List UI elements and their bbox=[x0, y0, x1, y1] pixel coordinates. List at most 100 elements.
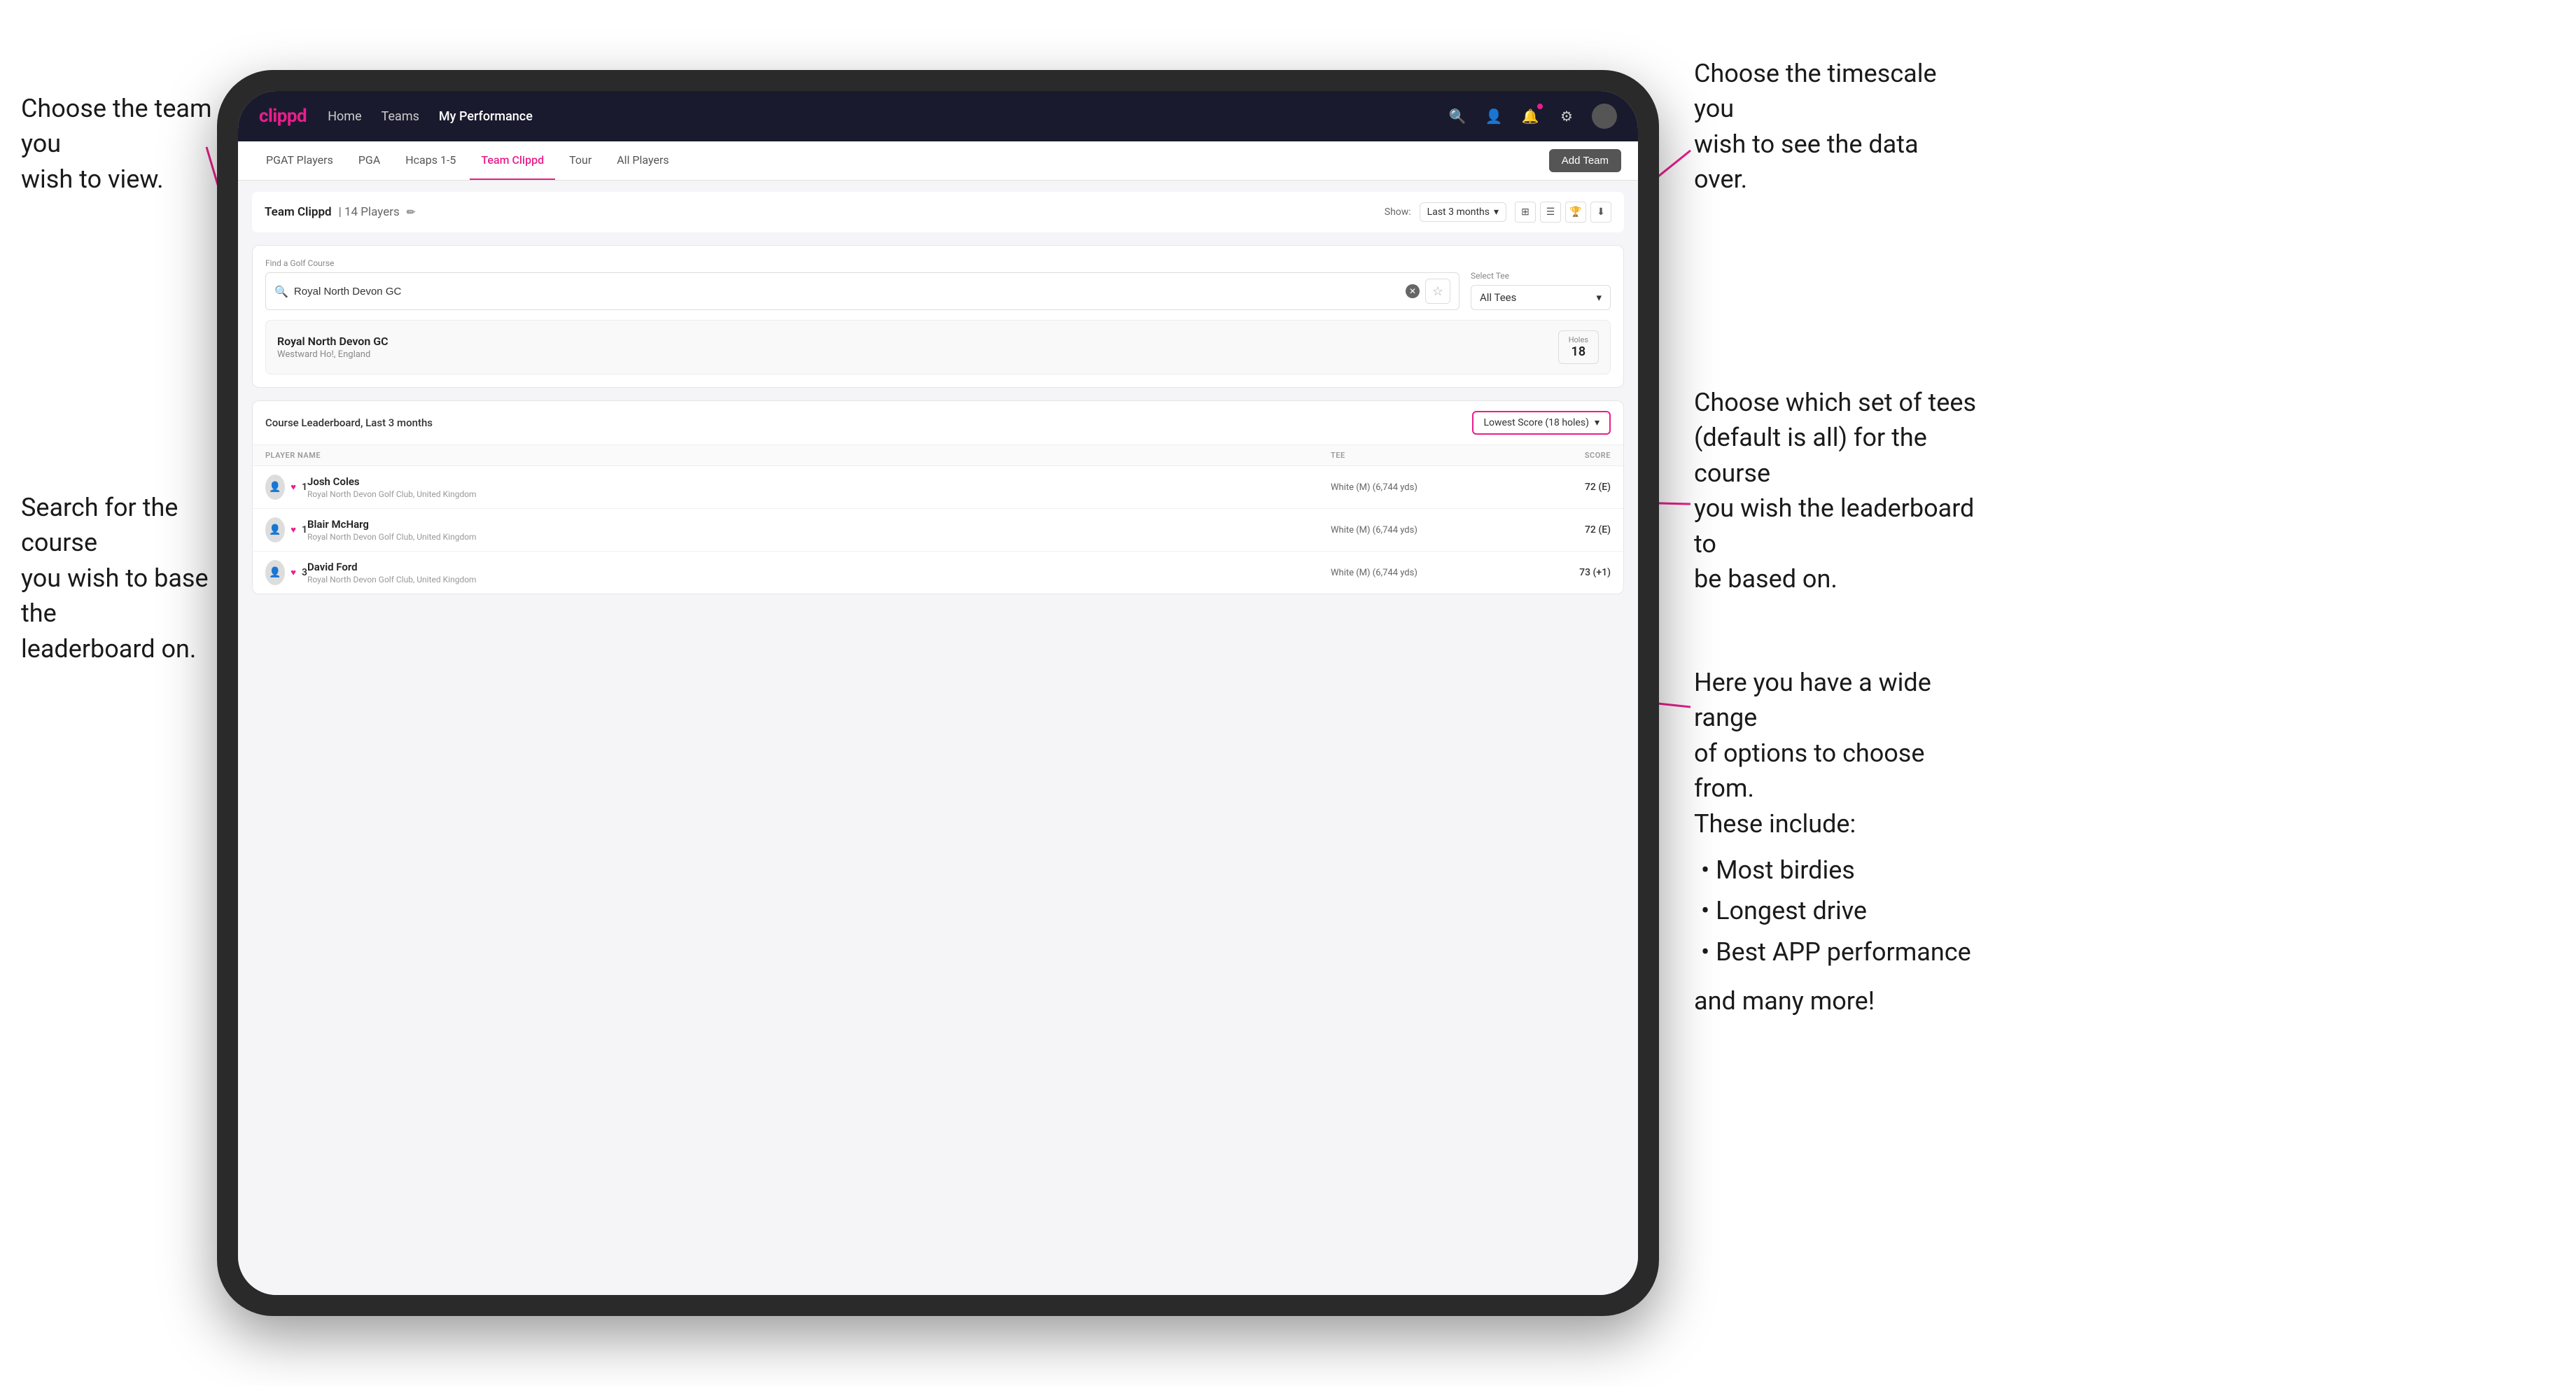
tab-tour[interactable]: Tour bbox=[558, 141, 603, 180]
find-course-label: Find a Golf Course bbox=[265, 258, 1460, 268]
tab-team-clippd[interactable]: Team Clippd bbox=[470, 141, 555, 180]
table-row: 👤 ♥ 1 Blair McHarg Royal North Devon Gol… bbox=[253, 509, 1623, 552]
tab-all-players[interactable]: All Players bbox=[606, 141, 680, 180]
player-info: David Ford Royal North Devon Golf Club, … bbox=[307, 561, 1331, 584]
annotation-bottom-left: Search for the course you wish to base t… bbox=[21, 490, 245, 666]
tee-dropdown[interactable]: All Tees ▾ bbox=[1471, 285, 1611, 310]
player-name: Josh Coles bbox=[307, 475, 1331, 488]
list-view-icon[interactable]: ☰ bbox=[1540, 202, 1561, 223]
avatar: 👤 bbox=[265, 475, 285, 500]
tablet-screen: clippd Home Teams My Performance 🔍 👤 🔔 ⚙… bbox=[238, 91, 1638, 1295]
nav-home[interactable]: Home bbox=[328, 109, 361, 124]
leaderboard-header: Course Leaderboard, Last 3 months Lowest… bbox=[253, 401, 1623, 445]
course-search-section: Find a Golf Course 🔍 ✕ ☆ Select Tee All … bbox=[252, 245, 1624, 388]
settings-icon[interactable]: ⚙ bbox=[1555, 105, 1578, 127]
navbar: clippd Home Teams My Performance 🔍 👤 🔔 ⚙ bbox=[238, 91, 1638, 141]
rank-cell: 👤 ♥ 1 bbox=[265, 517, 307, 542]
leaderboard-table-header: PLAYER NAME TEE SCORE bbox=[253, 445, 1623, 466]
score-cell: 72 (E) bbox=[1506, 524, 1611, 536]
time-period-dropdown[interactable]: Last 3 months ▾ bbox=[1420, 202, 1506, 222]
notification-dot bbox=[1536, 103, 1544, 110]
rank: 1 bbox=[302, 482, 307, 493]
heart-icon: ♥ bbox=[290, 524, 296, 536]
grid-view-icon[interactable]: ⊞ bbox=[1515, 202, 1536, 223]
rank: 3 bbox=[302, 567, 307, 578]
score-cell: 72 (E) bbox=[1506, 482, 1611, 493]
player-info: Blair McHarg Royal North Devon Golf Club… bbox=[307, 518, 1331, 542]
heart-icon: ♥ bbox=[290, 567, 296, 578]
trophy-icon[interactable]: 🏆 bbox=[1565, 202, 1586, 223]
app-logo: clippd bbox=[259, 106, 307, 127]
chevron-down-icon: ▾ bbox=[1595, 417, 1600, 428]
subnav: PGAT Players PGA Hcaps 1-5 Team Clippd T… bbox=[238, 141, 1638, 181]
course-search-input[interactable] bbox=[294, 286, 1400, 298]
holes-label: Holes bbox=[1569, 335, 1588, 344]
player-club: Royal North Devon Golf Club, United King… bbox=[307, 575, 1331, 584]
course-name: Royal North Devon GC bbox=[277, 335, 388, 348]
player-club: Royal North Devon Golf Club, United King… bbox=[307, 489, 1331, 499]
edit-team-icon[interactable]: ✏ bbox=[407, 206, 416, 218]
nav-icons: 🔍 👤 🔔 ⚙ bbox=[1446, 104, 1617, 129]
tee-select-group: Select Tee All Tees ▾ bbox=[1471, 271, 1611, 310]
nav-teams[interactable]: Teams bbox=[382, 109, 419, 124]
team-title: Team Clippd | 14 Players ✏ bbox=[265, 205, 415, 219]
course-result: Royal North Devon GC Westward Ho!, Engla… bbox=[265, 320, 1611, 374]
table-row: 👤 ♥ 3 David Ford Royal North Devon Golf … bbox=[253, 552, 1623, 594]
search-input-wrapper: 🔍 ✕ ☆ bbox=[265, 272, 1460, 310]
course-search-row: Find a Golf Course 🔍 ✕ ☆ Select Tee All … bbox=[265, 258, 1611, 310]
score-cell: 73 (+1) bbox=[1506, 567, 1611, 578]
table-row: 👤 ♥ 1 Josh Coles Royal North Devon Golf … bbox=[253, 466, 1623, 509]
holes-value: 18 bbox=[1569, 344, 1588, 359]
leaderboard-title: Course Leaderboard, Last 3 months bbox=[265, 416, 433, 429]
player-name: David Ford bbox=[307, 561, 1331, 573]
tab-pga[interactable]: PGA bbox=[347, 141, 391, 180]
course-search-group: Find a Golf Course 🔍 ✕ ☆ bbox=[265, 258, 1460, 310]
search-icon[interactable]: 🔍 bbox=[1446, 105, 1469, 127]
rank-cell: 👤 ♥ 1 bbox=[265, 475, 307, 500]
annotation-top-right: Choose the timescale you wish to see the… bbox=[1694, 56, 1974, 197]
rank-cell: 👤 ♥ 3 bbox=[265, 560, 307, 585]
notification-icon[interactable]: 🔔 bbox=[1519, 105, 1541, 127]
course-location: Westward Ho!, England bbox=[277, 349, 388, 360]
tab-hcaps[interactable]: Hcaps 1-5 bbox=[394, 141, 467, 180]
nav-my-performance[interactable]: My Performance bbox=[439, 109, 533, 124]
tee-info: White (M) (6,744 yds) bbox=[1331, 568, 1506, 578]
tee-info: White (M) (6,744 yds) bbox=[1331, 482, 1506, 493]
add-team-button[interactable]: Add Team bbox=[1549, 149, 1621, 172]
col-player-name: PLAYER NAME bbox=[265, 451, 1331, 460]
course-details: Royal North Devon GC Westward Ho!, Engla… bbox=[277, 335, 388, 360]
rank: 1 bbox=[302, 524, 307, 536]
favourite-button[interactable]: ☆ bbox=[1425, 279, 1450, 304]
player-club: Royal North Devon Golf Club, United King… bbox=[307, 532, 1331, 542]
download-icon[interactable]: ⬇ bbox=[1590, 202, 1611, 223]
chevron-down-icon: ▾ bbox=[1596, 291, 1602, 304]
heart-icon: ♥ bbox=[290, 482, 296, 493]
score-type-dropdown[interactable]: Lowest Score (18 holes) ▾ bbox=[1472, 411, 1611, 435]
player-info: Josh Coles Royal North Devon Golf Club, … bbox=[307, 475, 1331, 499]
clear-search-button[interactable]: ✕ bbox=[1406, 284, 1420, 298]
annotation-middle-right: Choose which set of tees (default is all… bbox=[1694, 385, 1988, 596]
subnav-tabs: PGAT Players PGA Hcaps 1-5 Team Clippd T… bbox=[255, 141, 1549, 180]
player-count: | 14 Players bbox=[339, 205, 400, 219]
nav-links: Home Teams My Performance bbox=[328, 109, 1446, 124]
col-tee: TEE bbox=[1331, 451, 1506, 460]
annotation-top-left: Choose the team you wish to view. bbox=[21, 91, 217, 197]
holes-badge: Holes 18 bbox=[1558, 330, 1599, 364]
leaderboard-section: Course Leaderboard, Last 3 months Lowest… bbox=[252, 400, 1624, 594]
player-name: Blair McHarg bbox=[307, 518, 1331, 531]
team-header: Team Clippd | 14 Players ✏ Show: Last 3 … bbox=[252, 192, 1624, 232]
col-score: SCORE bbox=[1506, 451, 1611, 460]
tee-info: White (M) (6,744 yds) bbox=[1331, 525, 1506, 536]
tablet-frame: clippd Home Teams My Performance 🔍 👤 🔔 ⚙… bbox=[217, 70, 1659, 1316]
search-icon: 🔍 bbox=[274, 285, 288, 298]
show-controls: Show: Last 3 months ▾ ⊞ ☰ 🏆 ⬇ bbox=[1385, 202, 1611, 223]
view-icons: ⊞ ☰ 🏆 ⬇ bbox=[1515, 202, 1611, 223]
people-icon[interactable]: 👤 bbox=[1483, 105, 1505, 127]
tab-pgat-players[interactable]: PGAT Players bbox=[255, 141, 344, 180]
select-tee-label: Select Tee bbox=[1471, 271, 1611, 281]
show-label: Show: bbox=[1385, 206, 1411, 218]
avatar: 👤 bbox=[265, 517, 285, 542]
chevron-down-icon: ▾ bbox=[1494, 206, 1499, 218]
user-avatar[interactable] bbox=[1592, 104, 1617, 129]
avatar: 👤 bbox=[265, 560, 285, 585]
